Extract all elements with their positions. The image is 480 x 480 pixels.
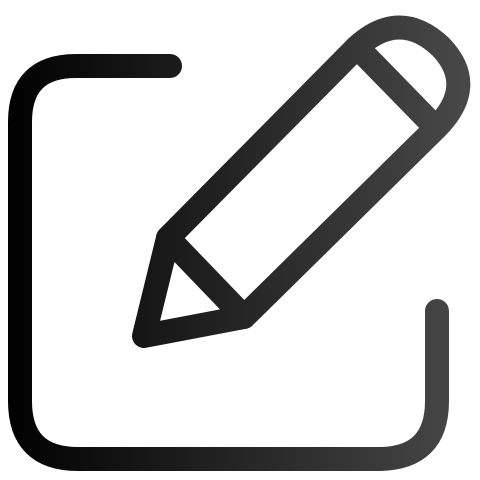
- edit-icon: [8, 15, 471, 471]
- pencil-tip-divider: [156, 226, 256, 329]
- pencil-eraser-band: [345, 35, 448, 140]
- icon-canvas: [0, 0, 480, 480]
- document-frame-icon: [8, 54, 449, 471]
- pencil-icon: [132, 15, 471, 348]
